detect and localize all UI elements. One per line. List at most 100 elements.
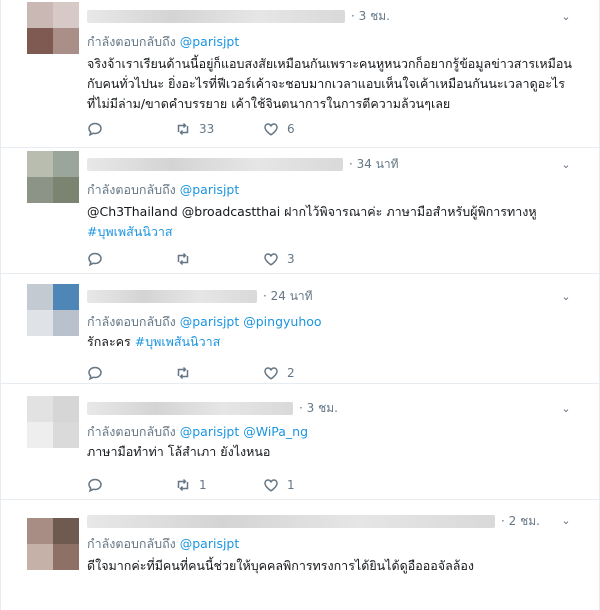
reply-tweet[interactable]: · 2 ชม. ⌄ กำลังตอบกลับถึง @parisjpt ดีใจ… — [1, 500, 600, 610]
reply-tweet[interactable]: · 3 ชม. ⌄ กำลังตอบกลับถึง @parisjpt จริง… — [1, 0, 600, 148]
reply-icon — [88, 252, 102, 267]
blurred-username — [87, 401, 293, 415]
mention-link[interactable]: @parisjpt @pingyuhoo — [180, 314, 322, 329]
tweet-header: · 24 นาที — [87, 287, 313, 305]
tweet-text: ภาษามือทำท่า โล้สำเภา ยังไงหนอ — [87, 442, 577, 462]
avatar[interactable] — [27, 151, 79, 203]
tweet-text-content: @Ch3Thailand @broadcastthai ฝากไว้พิจารณ… — [87, 204, 537, 219]
avatar-tile — [53, 310, 79, 336]
tweet-header: · 2 ชม. — [87, 512, 540, 530]
reply-button[interactable] — [87, 121, 175, 137]
replying-to-label: กำลังตอบกลับถึง — [87, 424, 176, 439]
replying-to: กำลังตอบกลับถึง @parisjpt @pingyuhoo — [87, 312, 322, 332]
retweet-button[interactable]: 33 — [175, 121, 263, 137]
retweet-button[interactable] — [175, 365, 263, 381]
like-count: 2 — [287, 366, 295, 380]
like-button[interactable]: 6 — [263, 121, 351, 137]
like-count: 6 — [287, 122, 295, 136]
tweet-header: · 3 ชม. — [87, 7, 390, 25]
tweet-text: @Ch3Thailand @broadcastthai ฝากไว้พิจารณ… — [87, 202, 577, 242]
chevron-down-icon[interactable]: ⌄ — [559, 514, 573, 528]
tweet-text: ดีใจมากค่ะที่มีคนที่คนนี้ช่วยให้บุคคลพิก… — [87, 556, 577, 576]
avatar-tile — [53, 177, 79, 203]
tweet-text-content: จริงจ้าเราเรียนด้านนี้อยู่ก็แอบสงสัยเหมื… — [87, 56, 572, 111]
reply-icon — [88, 366, 102, 381]
tweet-time[interactable]: · 3 ชม. — [351, 7, 390, 26]
avatar-tile — [27, 310, 53, 336]
avatar-tile — [53, 28, 79, 54]
avatar-tile — [27, 151, 53, 177]
blurred-username — [87, 157, 343, 171]
reply-tweet[interactable]: · 24 นาที ⌄ กำลังตอบกลับถึง @parisjpt @p… — [1, 274, 600, 384]
avatar-tile — [53, 151, 79, 177]
replying-to-label: กำลังตอบกลับถึง — [87, 536, 176, 551]
replying-to: กำลังตอบกลับถึง @parisjpt — [87, 180, 239, 200]
tweet-actions: 1 1 — [87, 476, 351, 494]
chevron-down-icon[interactable]: ⌄ — [559, 402, 573, 416]
chevron-down-icon[interactable]: ⌄ — [559, 290, 573, 304]
like-button[interactable]: 1 — [263, 477, 351, 493]
avatar-tile — [53, 518, 79, 544]
reply-tweet[interactable]: · 34 นาที ⌄ กำลังตอบกลับถึง @parisjpt @C… — [1, 148, 600, 274]
reply-button[interactable] — [87, 251, 175, 267]
reply-feed: · 3 ชม. ⌄ กำลังตอบกลับถึง @parisjpt จริง… — [0, 0, 600, 610]
avatar[interactable] — [27, 396, 79, 448]
avatar-tile — [53, 544, 79, 570]
like-button[interactable]: 2 — [263, 365, 351, 381]
retweet-icon — [177, 122, 189, 136]
retweet-button[interactable]: 1 — [175, 477, 263, 493]
tweet-text: รักละคร #บุพเพสันนิวาส — [87, 332, 577, 352]
avatar-tile — [27, 177, 53, 203]
blurred-username — [87, 9, 345, 23]
replying-to-label: กำลังตอบกลับถึง — [87, 34, 176, 49]
avatar-tile — [53, 2, 79, 28]
reply-button[interactable] — [87, 477, 175, 493]
tweet-time[interactable]: · 3 ชม. — [299, 399, 338, 418]
retweet-button[interactable] — [175, 251, 263, 267]
like-count: 3 — [287, 252, 295, 266]
retweet-count: 33 — [199, 122, 215, 136]
tweet-time[interactable]: · 24 นาที — [263, 287, 313, 306]
heart-icon — [264, 479, 278, 492]
heart-icon — [264, 253, 278, 266]
hashtag-link[interactable]: #บุพเพสันนิวาส — [135, 334, 221, 349]
tweet-text-content: ดีใจมากค่ะที่มีคนที่คนนี้ช่วยให้บุคคลพิก… — [87, 558, 474, 573]
mention-link[interactable]: @parisjpt — [180, 182, 240, 197]
tweet-header: · 34 นาที — [87, 155, 399, 173]
tweet-actions: 2 — [87, 364, 351, 382]
blurred-username — [87, 514, 495, 528]
tweet-header: · 3 ชม. — [87, 399, 338, 417]
reply-button[interactable] — [87, 365, 175, 381]
avatar-tile — [27, 2, 53, 28]
tweet-text-content: ภาษามือทำท่า โล้สำเภา ยังไงหนอ — [87, 444, 271, 459]
avatar[interactable] — [27, 518, 79, 570]
avatar-tile — [27, 422, 53, 448]
replying-to: กำลังตอบกลับถึง @parisjpt — [87, 32, 239, 52]
reply-tweet[interactable]: · 3 ชม. ⌄ กำลังตอบกลับถึง @parisjpt @WiP… — [1, 384, 600, 500]
replying-to: กำลังตอบกลับถึง @parisjpt — [87, 534, 239, 554]
avatar-tile — [27, 28, 53, 54]
avatar-tile — [27, 284, 53, 310]
like-count: 1 — [287, 478, 295, 492]
retweet-icon — [177, 366, 189, 380]
retweet-icon — [177, 252, 189, 266]
tweet-actions: 3 — [87, 250, 351, 268]
mention-link[interactable]: @parisjpt — [180, 536, 240, 551]
avatar-tile — [53, 396, 79, 422]
avatar[interactable] — [27, 284, 79, 336]
tweet-text: จริงจ้าเราเรียนด้านนี้อยู่ก็แอบสงสัยเหมื… — [87, 54, 577, 114]
tweet-text-content: รักละคร — [87, 334, 131, 349]
avatar-tile — [53, 422, 79, 448]
chevron-down-icon[interactable]: ⌄ — [559, 10, 573, 24]
mention-link[interactable]: @parisjpt — [180, 34, 240, 49]
reply-icon — [88, 122, 102, 137]
chevron-down-icon[interactable]: ⌄ — [559, 158, 573, 172]
like-button[interactable]: 3 — [263, 251, 351, 267]
hashtag-link[interactable]: #บุพเพสันนิวาส — [87, 224, 173, 239]
avatar[interactable] — [27, 2, 79, 54]
mention-link[interactable]: @parisjpt @WiPa_ng — [180, 424, 308, 439]
avatar-tile — [27, 544, 53, 570]
avatar-tile — [27, 396, 53, 422]
tweet-time[interactable]: · 2 ชม. — [501, 512, 540, 531]
tweet-time[interactable]: · 34 นาที — [349, 155, 399, 174]
